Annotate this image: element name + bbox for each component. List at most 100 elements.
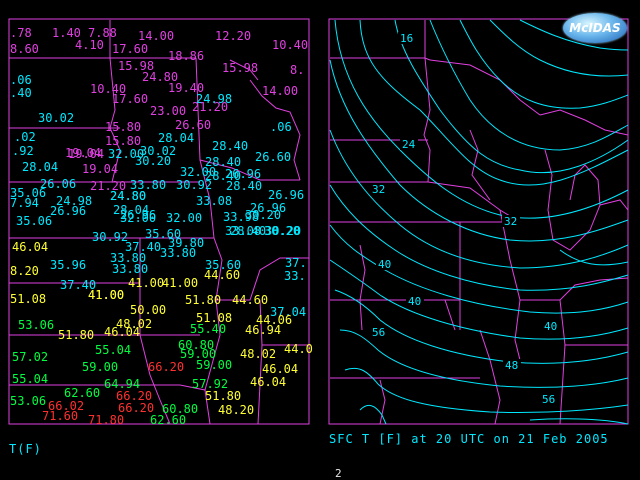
station-temp-value: 12.20 — [215, 29, 251, 43]
station-temp-value: 17.60 — [112, 42, 148, 56]
station-temp-value: 30.92 — [176, 178, 212, 192]
station-temp-value: 33. — [284, 269, 306, 283]
station-temp-value: 59.00 — [82, 360, 118, 374]
station-temp-value: 8.20 — [10, 264, 39, 278]
station-temp-value: 50.00 — [130, 303, 166, 317]
station-temp-value: 30.20 — [245, 208, 281, 222]
station-temp-value: 51.80 — [205, 389, 241, 403]
contour-label: 56 — [542, 393, 555, 406]
station-temp-value: 10.40 — [272, 38, 308, 52]
right-contour-map: 16 24 32 32 40 40 40 48 56 56 — [328, 18, 629, 425]
station-temp-value: 62.60 — [150, 413, 186, 427]
station-temp-value: .06 — [270, 120, 292, 134]
contour-label: 40 — [544, 320, 557, 333]
contour-label: 40 — [408, 295, 421, 308]
station-temp-value: 15.80 — [105, 134, 141, 148]
station-temp-value: .40 — [10, 86, 32, 100]
right-panel-caption: SFC T [F] at 20 UTC on 21 Feb 2005 — [329, 432, 609, 446]
station-temp-value: 14.00 — [262, 84, 298, 98]
left-panel-caption: T(F) — [9, 442, 42, 456]
contour-label: 40 — [378, 258, 391, 271]
station-temp-value: 59.00 — [196, 358, 232, 372]
station-temp-value: 46.94 — [245, 323, 281, 337]
station-temp-value: 19.04 — [65, 146, 101, 160]
station-temp-value: 8. — [290, 63, 304, 77]
station-temp-value: 66.20 — [148, 360, 184, 374]
station-temp-value: 48.02 — [240, 347, 276, 361]
station-temp-value: 21.20 — [192, 100, 228, 114]
station-temp-value: 57.02 — [12, 350, 48, 364]
right-state-borders — [330, 20, 629, 425]
station-temp-value: 24.80 — [110, 189, 146, 203]
station-temp-value: 44.60 — [232, 293, 268, 307]
station-temp-value: 48.20 — [218, 403, 254, 417]
station-temp-value: 41.00 — [128, 276, 164, 290]
map-canvas: .78 1.40 7.88 14.00 12.208.60 4.10 17.60 10.401… — [8, 18, 629, 427]
station-temp-value: .02 — [14, 130, 36, 144]
station-values: .78 1.40 7.88 14.00 12.208.60 4.10 17.60 10.401… — [10, 26, 313, 427]
station-temp-value: 26.96 — [268, 188, 304, 202]
station-temp-value: 26.60 — [255, 150, 291, 164]
station-temp-value: 7.94 — [10, 196, 39, 210]
station-temp-value: 46.04 — [250, 375, 286, 389]
station-temp-value: 55.40 — [190, 322, 226, 336]
station-temp-value: 33.08 — [196, 194, 232, 208]
station-temp-value: 33.80 — [160, 246, 196, 260]
station-temp-value: 53.06 — [10, 394, 46, 408]
station-temp-value: 28.04 — [158, 131, 194, 145]
station-temp-value: 33.08 — [225, 224, 261, 238]
contour-label: 48 — [505, 359, 518, 372]
station-temp-value: 28.40 — [212, 139, 248, 153]
station-temp-value: 51.80 — [185, 293, 221, 307]
station-temp-value: 15.80 — [105, 120, 141, 134]
station-temp-value: 4.10 — [75, 38, 104, 52]
station-temp-value: 30.20 — [135, 154, 171, 168]
station-temp-value: 46.04 — [104, 325, 140, 339]
station-temp-value: 35.96 — [50, 258, 86, 272]
station-temp-value: 30.20 — [264, 224, 300, 238]
station-temp-value: .92 — [12, 144, 34, 158]
station-temp-value: 71.80 — [88, 413, 124, 427]
station-temp-value: 41.00 — [88, 288, 124, 302]
station-temp-value: 32.00 — [166, 211, 202, 225]
station-temp-value: 41.00 — [162, 276, 198, 290]
station-temp-value: 62.60 — [64, 386, 100, 400]
station-temp-value: 33.80 — [112, 262, 148, 276]
station-temp-value: 46.04 — [262, 362, 298, 376]
station-temp-value: 44.60 — [204, 268, 240, 282]
station-temp-value: 30.02 — [38, 111, 74, 125]
contour-label: 24 — [402, 138, 416, 151]
contour-labels: 16 24 32 32 40 40 40 48 56 56 — [370, 32, 560, 406]
frame-number: 2 — [335, 467, 342, 480]
station-temp-value: 51.08 — [10, 292, 46, 306]
station-temp-value: 51.80 — [58, 328, 94, 342]
contour-label: 16 — [400, 32, 413, 45]
station-temp-value: 55.04 — [12, 372, 48, 386]
contour-label: 56 — [372, 326, 385, 339]
station-temp-value: .78 — [10, 26, 32, 40]
mcidas-logo: McIDAS — [563, 13, 627, 43]
station-temp-value: 28.40 — [226, 179, 262, 193]
station-temp-value: 53.06 — [18, 318, 54, 332]
station-temp-value: 18.86 — [168, 49, 204, 63]
station-temp-value: 71.60 — [42, 409, 78, 423]
station-temp-value: 23.00 — [150, 104, 186, 118]
contour-label: 32 — [372, 183, 385, 196]
station-temp-value: 8.60 — [10, 42, 39, 56]
station-temp-value: 32.00 — [120, 211, 156, 225]
station-temp-value: 19.04 — [82, 162, 118, 176]
station-temp-value: 35.06 — [16, 214, 52, 228]
contour-label: 32 — [504, 215, 517, 228]
station-temp-value: 37. — [285, 256, 307, 270]
station-temp-value: 55.04 — [95, 343, 131, 357]
station-temp-value: 14.00 — [138, 29, 174, 43]
station-temp-value: 26.60 — [175, 118, 211, 132]
station-temp-value: 30.92 — [92, 230, 128, 244]
station-temp-value: 46.04 — [12, 240, 48, 254]
station-temp-value: 28.04 — [22, 160, 58, 174]
station-temp-value: 26.96 — [50, 204, 86, 218]
left-station-map: .78 1.40 7.88 14.00 12.208.60 4.10 17.60 10.401… — [8, 18, 313, 427]
station-temp-value: .06 — [10, 73, 32, 87]
station-temp-value: 15.98 — [222, 61, 258, 75]
station-temp-value: 17.60 — [112, 92, 148, 106]
